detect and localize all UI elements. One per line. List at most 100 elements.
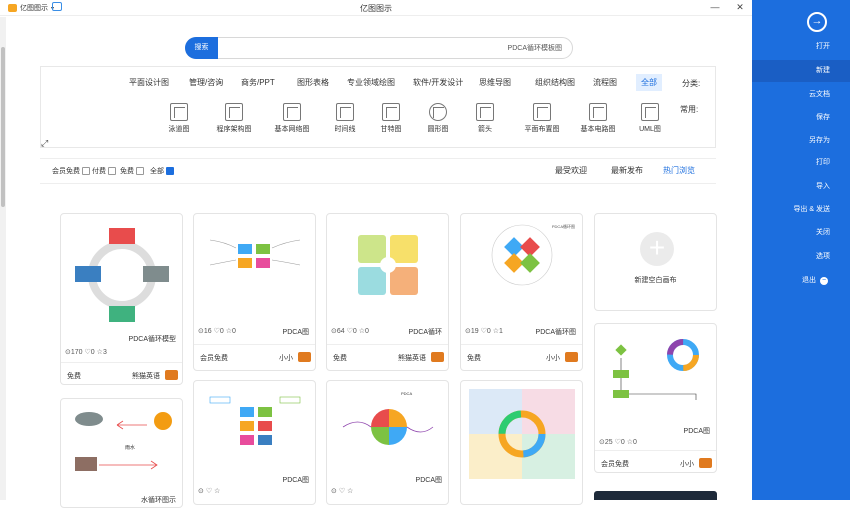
template-circuit[interactable]: 基本电路图: [576, 103, 620, 134]
sort-favorite[interactable]: 最受欢迎: [555, 165, 587, 176]
template-card[interactable]: PDCA图 ⊙ ♡ ☆: [193, 380, 316, 505]
checkbox-icon[interactable]: [82, 167, 90, 175]
avatar: [431, 352, 444, 362]
template-swimlane[interactable]: 泳道图: [157, 103, 201, 134]
filter-all[interactable]: 全部: [150, 166, 174, 176]
title-bar: 亿图图示 ▾ 亿图图示 — ✕: [0, 0, 752, 16]
card-price: 会员免费: [200, 355, 228, 362]
avatar: [298, 352, 311, 362]
card-price: 免费: [67, 373, 81, 380]
card-author[interactable]: 小小: [279, 353, 293, 363]
sidebar-item-print[interactable]: 打印: [752, 152, 850, 174]
checkbox-checked-icon[interactable]: [166, 167, 174, 175]
sidebar-item-new[interactable]: 新建: [752, 60, 850, 82]
sidebar-item-exit[interactable]: 退出: [752, 270, 850, 292]
sort-popular[interactable]: 热门浏览: [663, 165, 695, 176]
template-label: 程序架构图: [216, 126, 252, 133]
template-uml[interactable]: UML图: [628, 103, 672, 134]
plus-icon: +: [640, 232, 674, 266]
card-thumbnail: [75, 228, 169, 322]
filter-free[interactable]: 免费: [120, 166, 144, 176]
program-icon: [225, 103, 243, 121]
filter-paid[interactable]: 付费: [92, 166, 116, 176]
back-arrow-icon[interactable]: →: [807, 12, 827, 32]
template-card[interactable]: PDCA图 ⊙25 ♡0 ☆0 会员免费 小小: [594, 323, 717, 473]
template-card[interactable]: PDCA PDCA图 ⊙ ♡ ☆: [326, 380, 449, 505]
avatar: [165, 370, 178, 380]
template-card[interactable]: PDCA循环图 PDCA循环图 ⊙19 ♡0 ☆1 免费 小小: [460, 213, 583, 371]
template-label: 箭头: [478, 126, 492, 133]
common-label: 常用:: [680, 105, 699, 114]
card-author[interactable]: 熊猫英语: [132, 371, 160, 381]
sidebar-item-save[interactable]: 保存: [752, 107, 850, 129]
category-business[interactable]: 商务/PPT: [236, 74, 280, 91]
card-thumbnail: [613, 339, 699, 400]
template-circle[interactable]: 圆形图: [416, 103, 460, 134]
minimize-button[interactable]: —: [708, 2, 722, 12]
category-orgchart[interactable]: 组织结构图: [530, 74, 580, 91]
template-card[interactable]: [460, 380, 583, 505]
sidebar-item-import[interactable]: 导入: [752, 176, 850, 198]
sidebar-item-cloud[interactable]: 云文档: [752, 84, 850, 106]
card-thumbnail: PDCA: [342, 391, 434, 445]
template-card[interactable]: PDCA图 ⊙16 ♡0 ☆0 会员免费 小小: [193, 213, 316, 371]
search-button[interactable]: 搜索: [185, 37, 218, 59]
sidebar-item-options[interactable]: 选项: [752, 246, 850, 268]
card-author[interactable]: 小小: [680, 459, 694, 469]
uml-icon: [641, 103, 659, 121]
card-stats: ⊙ ♡ ☆: [331, 488, 354, 495]
timeline-icon: [336, 103, 354, 121]
card-footer: 免费 小小: [461, 344, 582, 368]
network-icon: [283, 103, 301, 121]
card-title: 水循环图示: [141, 497, 176, 504]
brand[interactable]: 亿图图示 ▾: [8, 2, 62, 13]
category-flowchart[interactable]: 流程图: [588, 74, 622, 91]
expand-icon[interactable]: ⤢: [41, 138, 48, 149]
card-author[interactable]: 小小: [546, 353, 560, 363]
sidebar-item-close[interactable]: 关闭: [752, 222, 850, 244]
card-title: PDCA图: [282, 477, 309, 484]
filter-member[interactable]: 会员免费: [52, 166, 90, 176]
template-card[interactable]: PDCA循环模型 ⊙170 ♡0 ☆3 免费 熊猫英语: [60, 213, 183, 385]
template-card-partial[interactable]: [594, 491, 717, 500]
template-floorplan[interactable]: 平面布置图: [520, 103, 564, 134]
message-icon[interactable]: [52, 2, 62, 11]
sort-newest[interactable]: 最新发布: [611, 165, 643, 176]
template-arrows[interactable]: 箭头: [463, 103, 507, 134]
category-professional[interactable]: 专业领域绘图: [342, 74, 400, 91]
card-title: PDCA图: [683, 428, 710, 435]
template-card[interactable]: PDCA循环 ⊙64 ♡0 ☆0 免费 熊猫英语: [326, 213, 449, 371]
scrollbar[interactable]: [0, 17, 6, 500]
scrollbar-thumb[interactable]: [1, 47, 5, 207]
template-program[interactable]: 程序架构图: [212, 103, 256, 134]
category-all[interactable]: 全部: [636, 74, 662, 91]
category-software[interactable]: 软件/开发设计: [408, 74, 468, 91]
category-label: 分类:: [682, 79, 701, 88]
category-tables[interactable]: 图形表格: [292, 74, 334, 91]
sidebar-item-open[interactable]: 打开: [752, 36, 850, 58]
close-button[interactable]: ✕: [733, 2, 747, 13]
category-management[interactable]: 管理/咨询: [184, 74, 228, 91]
card-footer: 会员免费 小小: [194, 344, 315, 368]
template-timeline[interactable]: 时间线: [323, 103, 367, 134]
sidebar-item-export[interactable]: 导出 & 发送: [752, 199, 850, 221]
search-input[interactable]: [222, 41, 562, 55]
card-thumbnail: PDCA循环图: [491, 223, 575, 286]
card-author[interactable]: 熊猫英语: [398, 353, 426, 363]
checkbox-icon[interactable]: [136, 167, 144, 175]
avatar: [565, 352, 578, 362]
category-graphic[interactable]: 平面设计图: [124, 74, 174, 91]
sidebar-item-save-as[interactable]: 另存为: [752, 130, 850, 152]
template-card[interactable]: 雨水 水循环图示: [60, 398, 183, 508]
card-title: PDCA循环模型: [128, 336, 176, 343]
template-label: 基本网络图: [274, 126, 310, 133]
category-mindmap[interactable]: 思维导图: [474, 74, 516, 91]
template-gantt[interactable]: 甘特图: [369, 103, 413, 134]
new-canvas-card[interactable]: + 新建空白画布: [594, 213, 717, 311]
thumb-title: PDCA: [401, 391, 412, 396]
swimlane-icon: [170, 103, 188, 121]
exit-icon: −: [820, 277, 828, 285]
template-label: 圆形图: [427, 126, 449, 133]
template-network[interactable]: 基本网络图: [270, 103, 314, 134]
checkbox-icon[interactable]: [108, 167, 116, 175]
